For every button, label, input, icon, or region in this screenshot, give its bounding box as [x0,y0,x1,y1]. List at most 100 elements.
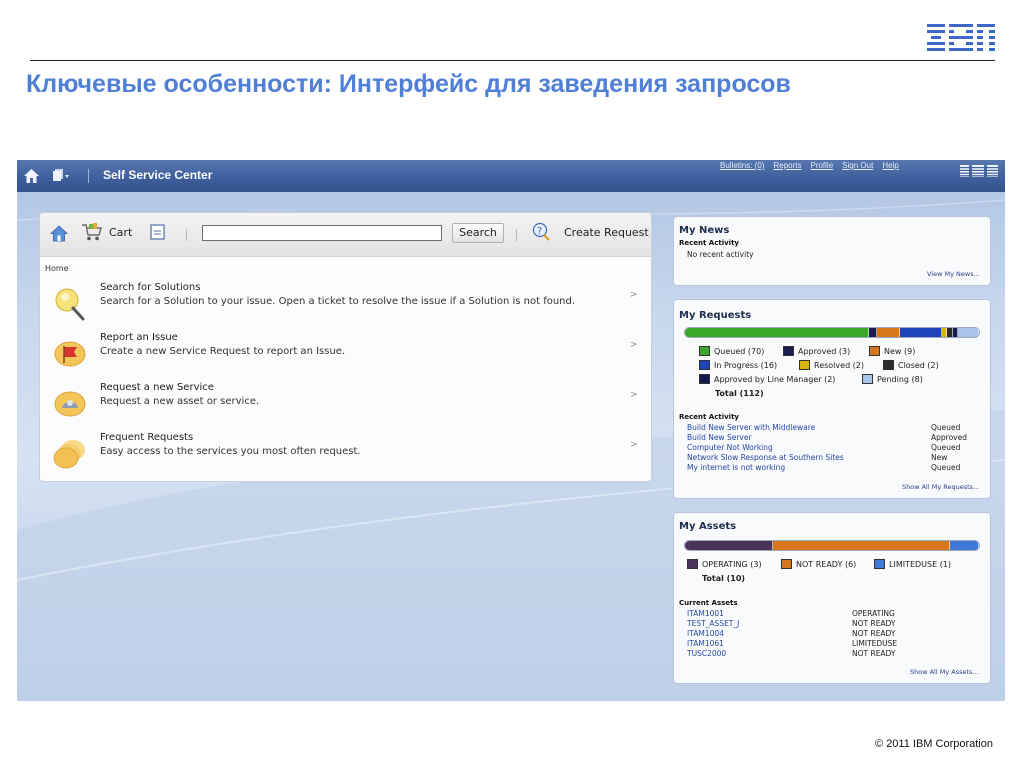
chevron-right-icon: > [630,290,638,300]
breadcrumb[interactable]: Home [45,264,69,273]
bar-segment [685,328,869,337]
widget-title: My Requests [679,310,752,321]
activity-status: Queued [931,423,961,432]
chevron-right-icon: > [630,390,638,400]
asset-status: OPERATING [852,609,895,618]
document-icon[interactable] [150,224,165,240]
toolbar: Cart Search ? Create Request [40,213,651,257]
home-icon[interactable] [23,168,40,184]
app-title: Self Service Center [103,168,213,182]
my-assets-widget: My Assets OPERATING (3) NOT READY (6) LI… [673,512,991,684]
create-request-link[interactable]: Create Request [564,226,649,239]
bar-segment [773,541,950,550]
legend-new: New (9) [869,346,915,356]
service-request-icon [54,391,86,417]
menu-item-report-issue[interactable]: Report an Issue Create a new Service Req… [40,330,651,378]
copyright-footer: © 2011 IBM Corporation [875,738,993,750]
assets-status-bar [684,540,980,551]
bar-segment [876,328,901,337]
home-icon[interactable] [50,225,68,242]
recent-activity-label: Recent Activity [679,239,739,247]
asset-link[interactable]: ITAM1061 [687,639,724,648]
app-ibm-logo [960,165,998,177]
menu-item-desc: Request a new asset or service. [100,396,260,407]
title-divider [30,60,995,61]
asset-link[interactable]: ITAM1001 [687,609,724,618]
legend-label: Pending (8) [877,375,923,384]
recent-activity-label: Recent Activity [679,413,739,421]
legend-approved-line-manager: Approved by Line Manager (2) [699,374,835,384]
no-activity-text: No recent activity [687,250,754,259]
bulletins-link[interactable]: Bulletins: (0) [720,161,764,170]
approved-line-manager-swatch [699,374,710,384]
create-request-icon[interactable]: ? [532,222,551,241]
search-input[interactable] [202,225,442,241]
sign-out-link[interactable]: Sign Out [842,161,873,170]
svg-text:?: ? [537,226,542,237]
pages-menu-icon[interactable] [52,168,70,183]
view-news-link[interactable]: View My News... [927,270,980,278]
legend-label: Approved by Line Manager (2) [714,375,836,384]
menu-item-search-solutions[interactable]: Search for Solutions Search for a Soluti… [40,280,651,328]
legend-limiteduse: LIMITEDUSE (1) [874,559,951,569]
cart-icon[interactable] [81,222,103,242]
legend-queued: Queued (70) [699,346,764,356]
slide-title: Ключевые особенности: Интерфейс для заве… [26,70,791,98]
cart-link[interactable]: Cart [109,226,132,239]
legend-closed: Closed (2) [883,360,939,370]
my-requests-widget: My Requests Queued (70) Approved (3) New… [673,299,991,499]
requests-status-bar [684,327,980,338]
asset-link[interactable]: ITAM1004 [687,629,724,638]
legend-label: Queued (70) [714,347,765,356]
legend-label: In Progress (16) [714,361,778,370]
bar-segment [868,328,877,337]
legend-label: LIMITEDUSE (1) [889,560,952,569]
menu-item-desc: Create a new Service Request to report a… [100,346,346,357]
search-button[interactable]: Search [452,223,504,243]
bar-segment [949,541,979,550]
menu-item-request-service[interactable]: Request a new Service Request a new asse… [40,380,651,428]
operating-swatch [687,559,698,569]
profile-link[interactable]: Profile [810,161,833,170]
asset-link[interactable]: TEST_ASSET_J [687,619,739,628]
legend-operating: OPERATING (3) [687,559,762,569]
legend-resolved: Resolved (2) [799,360,864,370]
activity-link[interactable]: Computer Not Working [687,443,773,452]
asset-status: NOT READY [852,649,896,658]
my-news-widget: My News Recent Activity No recent activi… [673,216,991,286]
menu-item-title: Frequent Requests [100,432,194,443]
flag-issue-icon [54,341,86,367]
header-links: Bulletins: (0) Reports Profile Sign Out … [720,161,899,170]
legend-label: NOT READY (6) [796,560,857,569]
show-all-requests-link[interactable]: Show All My Requests... [902,483,979,491]
activity-link[interactable]: Build New Server with Middleware [687,423,815,432]
approved-swatch [783,346,794,356]
in-progress-swatch [699,360,710,370]
legend-label: New (9) [884,347,916,356]
activity-status: New [931,453,948,462]
activity-link[interactable]: Network Slow Response at Southern Sites [687,453,844,462]
activity-link[interactable]: My internet is not working [687,463,785,472]
legend-in-progress: In Progress (16) [699,360,777,370]
menu-item-title: Report an Issue [100,332,178,343]
assets-total: Total (10) [702,574,746,583]
ibm-logo [927,24,995,51]
asset-link[interactable]: TUSC2000 [687,649,726,658]
menu-item-desc: Easy access to the services you most oft… [100,446,361,457]
activity-link[interactable]: Build New Server [687,433,752,442]
bar-segment [957,328,979,337]
not-ready-swatch [781,559,792,569]
toolbar-separator [516,229,517,241]
reports-link[interactable]: Reports [773,161,801,170]
app-header-bar: Self Service Center Bulletins: (0) Repor… [17,160,1005,192]
legend-label: OPERATING (3) [702,560,762,569]
menu-item-title: Request a new Service [100,382,214,393]
asset-status: LIMITEDUSE [852,639,898,648]
menu-item-title: Search for Solutions [100,282,201,293]
help-link[interactable]: Help [882,161,898,170]
widget-title: My News [679,225,730,236]
menu-item-frequent-requests[interactable]: Frequent Requests Easy access to the ser… [40,430,651,478]
legend-label: Approved (3) [798,347,851,356]
new-swatch [869,346,880,356]
show-all-assets-link[interactable]: Show All My Assets... [910,668,979,676]
